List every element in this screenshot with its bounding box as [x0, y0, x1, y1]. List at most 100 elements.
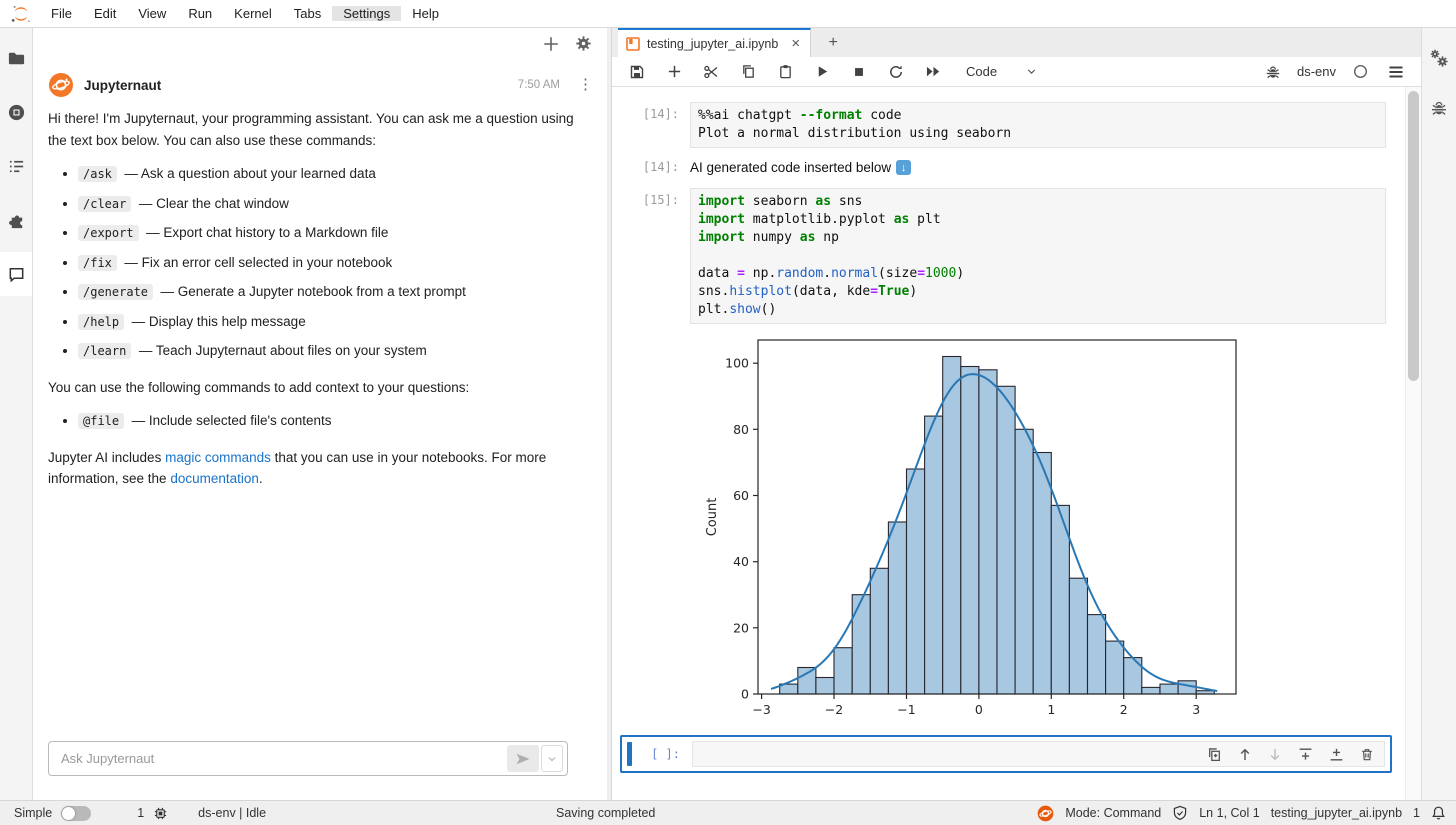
menu-item-file[interactable]: File — [40, 6, 83, 21]
insert-cell-above-icon[interactable] — [1298, 747, 1313, 762]
command-item: /learn — Teach Jupyternaut about files o… — [78, 340, 583, 363]
kernel-status-icon[interactable] — [1348, 61, 1372, 83]
menu-item-tabs[interactable]: Tabs — [283, 6, 332, 21]
command-chip: /learn — [78, 343, 131, 359]
insert-cell-below-icon[interactable] — [1329, 747, 1344, 762]
restart-kernel-button[interactable] — [884, 61, 908, 83]
notification-count[interactable]: 1 — [1413, 806, 1420, 820]
simple-mode-toggle[interactable] — [61, 806, 91, 821]
message-menu-icon[interactable]: ⋮ — [578, 78, 593, 92]
jupyternaut-status-icon[interactable] — [1037, 805, 1054, 822]
svg-text:60: 60 — [733, 488, 749, 503]
sidebar-item-chat[interactable] — [0, 252, 32, 296]
interrupt-kernel-button[interactable] — [847, 61, 871, 83]
new-chat-button[interactable] — [542, 35, 560, 53]
kernel-status-text[interactable]: ds-env | Idle — [198, 806, 266, 820]
output-prompt: [14]: — [622, 157, 690, 175]
cell-prompt: [14]: — [622, 102, 690, 148]
svg-text:20: 20 — [733, 620, 749, 635]
svg-text:1: 1 — [1047, 702, 1055, 717]
active-empty-cell[interactable]: [ ]: — [620, 735, 1392, 773]
code-line: sns.histplot(data, kde=True) — [698, 283, 1378, 301]
bell-icon[interactable] — [1431, 805, 1446, 821]
trust-shield-icon[interactable] — [1172, 805, 1188, 821]
command-chip: /export — [78, 225, 139, 241]
move-cell-up-icon[interactable] — [1238, 747, 1252, 762]
cell-editor[interactable]: import seaborn as snsimport matplotlib.p… — [690, 188, 1386, 324]
link-magic-commands[interactable]: magic commands — [165, 450, 271, 465]
chat-input[interactable] — [49, 751, 507, 766]
chat-message-body: Hi there! I'm Jupyternaut, your programm… — [48, 108, 583, 501]
chevron-down-icon — [546, 753, 558, 765]
histogram-figure: −3−2−10123020406080100Count — [700, 334, 1245, 722]
message-timestamp: 7:50 AM — [518, 79, 560, 91]
send-options-button[interactable] — [541, 745, 563, 772]
down-arrow-emoji-icon: ↓ — [896, 160, 911, 175]
cell-editor[interactable] — [692, 741, 1385, 767]
paste-cells-button[interactable] — [773, 61, 797, 83]
folder-icon — [7, 49, 26, 68]
duplicate-cell-icon[interactable] — [1207, 747, 1222, 762]
menu-item-kernel[interactable]: Kernel — [223, 6, 283, 21]
link-documentation[interactable]: documentation — [170, 471, 259, 486]
chat-settings-button[interactable] — [574, 34, 593, 53]
delete-cell-icon[interactable] — [1360, 747, 1374, 762]
cell-drag-handle[interactable] — [627, 742, 632, 766]
puzzle-icon — [7, 211, 26, 230]
menu-item-run[interactable]: Run — [177, 6, 223, 21]
active-file-name[interactable]: testing_jupyter_ai.ipynb — [1271, 806, 1402, 820]
sidebar-item-table-of-contents[interactable] — [0, 144, 32, 188]
code-cell-15[interactable]: [15]: import seaborn as snsimport matplo… — [612, 188, 1405, 324]
code-line: import matplotlib.pyplot as plt — [698, 211, 1378, 229]
tab-close-icon[interactable]: × — [791, 35, 800, 52]
kernel-sessions-icon[interactable] — [153, 806, 168, 821]
command-chip: /help — [78, 314, 124, 330]
new-tab-button[interactable]: + — [819, 32, 847, 54]
output-cell-14: [14]: AI generated code inserted below ↓ — [612, 157, 1405, 175]
command-chip: @file — [78, 413, 124, 429]
mode-indicator[interactable]: Mode: Command — [1065, 806, 1161, 820]
debugger-toggle-button[interactable] — [1261, 61, 1285, 83]
insert-cell-button[interactable] — [662, 61, 686, 83]
svg-text:0: 0 — [975, 702, 983, 717]
svg-text:40: 40 — [733, 554, 749, 569]
menu-items: FileEditViewRunKernelTabsSettingsHelp — [40, 0, 450, 27]
kernel-count[interactable]: 1 — [137, 806, 144, 820]
save-button[interactable] — [625, 61, 649, 83]
tab-testing-jupyter-ai[interactable]: testing_jupyter_ai.ipynb × — [618, 28, 811, 57]
run-button[interactable] — [810, 61, 834, 83]
cell-prompt: [ ]: — [646, 747, 692, 761]
sidebar-item-running-kernels[interactable] — [0, 90, 32, 134]
cut-cells-button[interactable] — [699, 61, 723, 83]
status-message: Saving completed — [556, 806, 655, 820]
tab-title: testing_jupyter_ai.ipynb — [647, 37, 778, 51]
move-cell-down-icon[interactable] — [1268, 747, 1282, 762]
cursor-position[interactable]: Ln 1, Col 1 — [1199, 806, 1259, 820]
sidebar-item-debugger[interactable] — [1422, 88, 1456, 128]
menu-item-settings[interactable]: Settings — [332, 6, 401, 21]
code-line: Plot a normal distribution using seaborn — [698, 125, 1378, 143]
menu-item-edit[interactable]: Edit — [83, 6, 127, 21]
send-button[interactable] — [507, 745, 539, 772]
copy-cells-button[interactable] — [736, 61, 760, 83]
svg-text:−1: −1 — [897, 702, 915, 717]
cell-type-dropdown[interactable]: Code — [966, 64, 1038, 79]
menu-item-view[interactable]: View — [127, 6, 177, 21]
sidebar-item-property-inspector[interactable] — [1422, 38, 1456, 78]
toolbar-menu-icon[interactable] — [1384, 61, 1408, 83]
sidebar-item-extensions[interactable] — [0, 198, 32, 242]
code-cell-14[interactable]: [14]: %%ai chatgpt --format codePlot a n… — [612, 102, 1405, 148]
command-item: /ask — Ask a question about your learned… — [78, 163, 583, 186]
svg-text:−2: −2 — [825, 702, 843, 717]
svg-text:100: 100 — [725, 356, 749, 371]
message-author: Jupyternaut — [84, 78, 161, 93]
footer-text: . — [259, 471, 263, 486]
notebook-scrollbar[interactable] — [1405, 87, 1421, 800]
menu-item-help[interactable]: Help — [401, 6, 450, 21]
scrollbar-thumb[interactable] — [1408, 91, 1419, 381]
kernel-name[interactable]: ds-env — [1297, 64, 1336, 79]
sidebar-item-file-browser[interactable] — [0, 36, 32, 80]
restart-run-all-button[interactable] — [921, 61, 945, 83]
footer-text: Jupyter AI includes — [48, 450, 165, 465]
cell-editor[interactable]: %%ai chatgpt --format codePlot a normal … — [690, 102, 1386, 148]
